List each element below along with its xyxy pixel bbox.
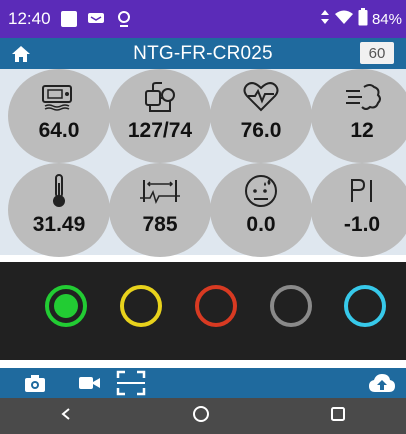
- video-icon[interactable]: [78, 373, 102, 393]
- indicator-green-fill: [54, 294, 78, 318]
- vitals-grid: 64.0 127/74 76.0 12 31.49 785 0.0 -1.0: [0, 69, 406, 257]
- notification-square-icon: [60, 11, 77, 27]
- vital-value: 0.0: [246, 213, 276, 236]
- vital-pi[interactable]: -1.0: [311, 163, 406, 257]
- interval-icon: [130, 173, 190, 209]
- vital-interval[interactable]: 785: [109, 163, 211, 257]
- recents-icon[interactable]: [330, 406, 346, 427]
- app-bar: NTG-FR-CR025 60: [0, 38, 406, 69]
- vital-value: 31.49: [32, 213, 86, 236]
- vital-blood-pressure-cuff[interactable]: 127/74: [109, 69, 211, 163]
- indicator-cyan[interactable]: [344, 285, 386, 327]
- home-icon[interactable]: [10, 43, 32, 65]
- cloud-upload-icon[interactable]: [368, 373, 396, 393]
- bp-monitor-icon: [29, 79, 89, 115]
- status-bar: 12:40 84%: [0, 0, 406, 38]
- message-icon: [87, 10, 105, 28]
- breath-icon: [332, 79, 392, 115]
- bp-cuff-icon: [130, 79, 190, 115]
- indicator-green[interactable]: [45, 285, 87, 327]
- status-time: 12:40: [8, 9, 51, 28]
- sweat-face-icon: [231, 173, 291, 209]
- camera-icon[interactable]: [24, 373, 46, 393]
- vital-sweat[interactable]: 0.0: [210, 163, 312, 257]
- vital-temperature[interactable]: 31.49: [8, 163, 110, 257]
- vital-value: 127/74: [127, 119, 193, 142]
- indicator-red[interactable]: [195, 285, 237, 327]
- wifi-icon: [334, 9, 354, 29]
- system-nav-bar: [0, 398, 406, 434]
- vital-value: 12: [350, 119, 374, 142]
- vital-respiration[interactable]: 12: [311, 69, 406, 163]
- count-badge[interactable]: 60: [360, 42, 394, 64]
- indicator-gray[interactable]: [270, 285, 312, 327]
- page-title: NTG-FR-CR025: [133, 42, 273, 64]
- battery-icon: [358, 8, 368, 30]
- pi-icon: [332, 173, 392, 209]
- vital-value: 785: [142, 213, 178, 236]
- data-arrows-icon: [320, 9, 330, 29]
- scan-frame-icon[interactable]: [116, 370, 146, 396]
- indicator-yellow[interactable]: [120, 285, 162, 327]
- home-circle-icon[interactable]: [192, 405, 210, 428]
- vital-blood-pressure-monitor[interactable]: 64.0: [8, 69, 110, 163]
- back-icon[interactable]: [60, 407, 72, 426]
- battery-percent: 84%: [371, 10, 402, 28]
- heart-ekg-icon: [231, 79, 291, 115]
- vital-value: -1.0: [343, 213, 381, 236]
- location-pin-icon: [115, 10, 133, 28]
- vital-value: 76.0: [240, 119, 282, 142]
- thermometer-icon: [29, 173, 89, 209]
- bottom-toolbar: [0, 368, 406, 398]
- vital-heart-rate[interactable]: 76.0: [210, 69, 312, 163]
- vital-value: 64.0: [38, 119, 80, 142]
